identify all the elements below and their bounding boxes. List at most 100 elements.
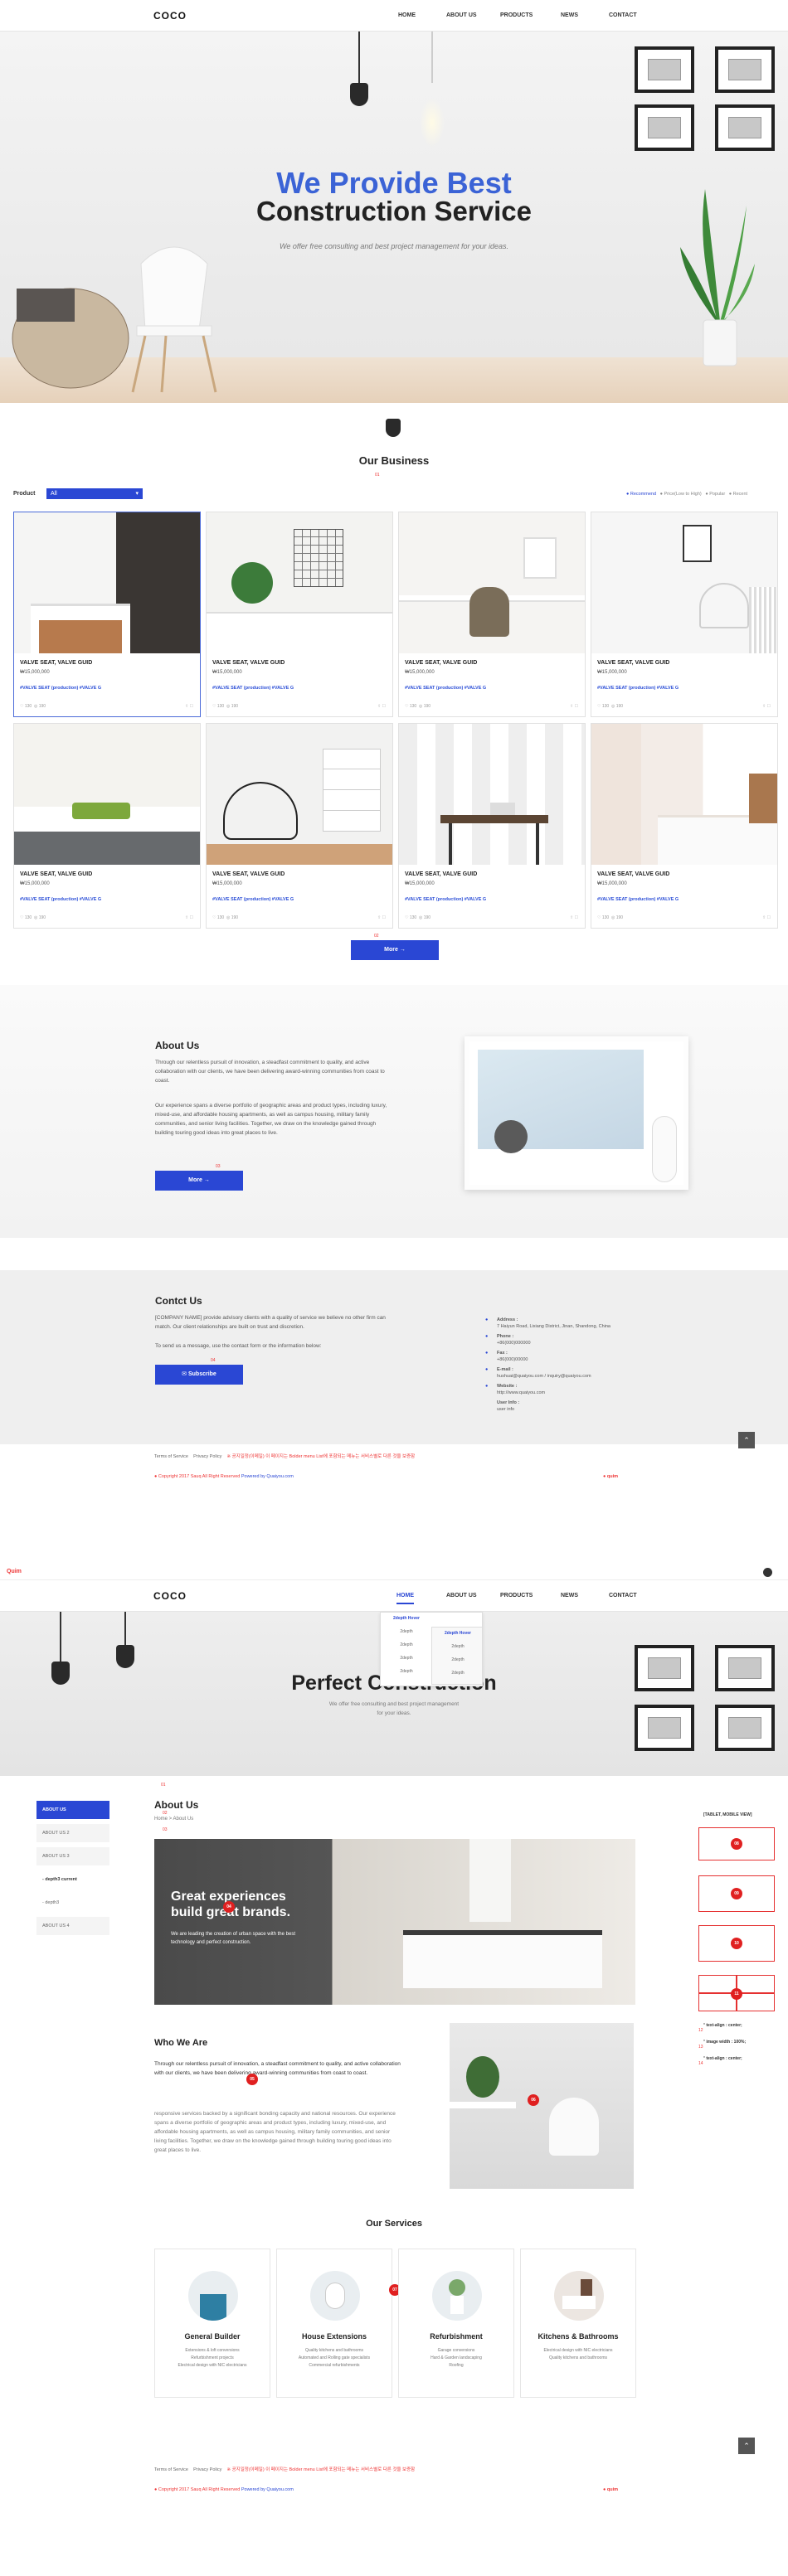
dropdown-item[interactable]: 2depth <box>381 1656 432 1661</box>
filter-select[interactable]: All ▾ <box>46 488 143 499</box>
product-card[interactable]: VALVE SEAT, VALVE GUID ₩15,000,000 #VALV… <box>398 723 586 929</box>
contact-info: ● Address :7 Haiyun Road, Lixiang Distric… <box>485 1317 651 1416</box>
service-card[interactable]: Kitchens & Bathrooms Electrical design w… <box>520 2249 636 2398</box>
product-title: VALVE SEAT, VALVE GUID <box>597 871 670 877</box>
sidebar-item-about-us-4[interactable]: ABOUT US 4 <box>36 1917 109 1935</box>
annotation-box: 09 <box>698 1875 775 1912</box>
dropdown-item[interactable]: 2depth <box>381 1642 432 1647</box>
banner-title: Great experiences build great brands. <box>171 1890 291 1919</box>
share-icon[interactable]: ⇪ ☐ <box>185 915 193 920</box>
dropdown-item[interactable]: 2depth <box>381 1669 432 1674</box>
share-icon[interactable]: ⇪ ☐ <box>377 915 386 920</box>
service-features: Extensions & loft conversions Refurbishme… <box>178 2348 247 2368</box>
dropdown-item[interactable]: 2depth <box>432 1657 484 1662</box>
product-card[interactable]: VALVE SEAT, VALVE GUID ₩15,000,000 #VALV… <box>13 512 201 717</box>
privacy-link[interactable]: Privacy Policy <box>193 2467 221 2472</box>
product-tags[interactable]: #VALVE SEAT (production) #VALVE G <box>212 897 294 902</box>
dropdown-item[interactable]: 2depth Hover <box>432 1631 484 1636</box>
nav-products[interactable]: PRODUCTS <box>500 1593 533 1598</box>
nav-about-us[interactable]: ABOUT US <box>446 1593 477 1598</box>
phone-row: ● Phone : +86(000)000000 <box>485 1334 531 1346</box>
annotation-code: * text-align : center; <box>703 2056 742 2061</box>
who-paragraph-1: Through our relentless pursuit of innova… <box>154 2061 401 2076</box>
fax-icon: ● <box>485 1351 489 1356</box>
product-tags[interactable]: #VALVE SEAT (production) #VALVE G <box>405 897 486 902</box>
footer-brand: ● quim <box>603 2487 618 2492</box>
sort-recommend[interactable]: ● Recommend <box>626 492 656 497</box>
sidebar-item-about-us-2[interactable]: ABOUT US 2 <box>36 1824 109 1842</box>
about-banner: Great experiences build great brands. We… <box>154 1839 635 2005</box>
service-name: General Builder <box>184 2332 241 2341</box>
product-card[interactable]: VALVE SEAT, VALVE GUID ₩15,000,000 #VALV… <box>398 512 586 717</box>
about-more-button[interactable]: More → <box>155 1171 243 1191</box>
service-card[interactable]: House Extensions Quality kitchens and ba… <box>276 2249 392 2398</box>
powered-link[interactable]: Powered by Quaiyou.com <box>241 2487 294 2492</box>
dropdown-item[interactable]: 2depth <box>432 1644 484 1649</box>
share-icon[interactable]: ⇪ ☐ <box>185 704 193 709</box>
nav-home[interactable]: HOME <box>398 12 416 18</box>
user-avatar[interactable] <box>763 1568 772 1577</box>
product-card[interactable]: VALVE SEAT, VALVE GUID ₩15,000,000 #VALV… <box>206 512 393 717</box>
about-paragraph-2: Our experience spans a diverse portfolio… <box>155 1103 387 1136</box>
share-icon[interactable]: ⇪ ☐ <box>570 704 578 709</box>
location-icon: ● <box>485 1317 489 1322</box>
about-section: About Us Through our relentless pursuit … <box>0 985 788 1238</box>
product-tags[interactable]: #VALVE SEAT (production) #VALVE G <box>212 686 294 691</box>
sort-popular[interactable]: ● Popular <box>705 492 725 497</box>
sidebar-subitem[interactable]: - depth3 <box>36 1894 109 1912</box>
product-tags[interactable]: #VALVE SEAT (production) #VALVE G <box>597 686 679 691</box>
logo[interactable]: COCO <box>153 10 187 22</box>
powered-link[interactable]: Powered by Quaiyou.com <box>241 1474 294 1479</box>
product-card[interactable]: VALVE SEAT, VALVE GUID ₩15,000,000 #VALV… <box>591 723 778 929</box>
product-tags[interactable]: #VALVE SEAT (production) #VALVE G <box>20 897 101 902</box>
sidebar-item-about-us[interactable]: ABOUT US <box>36 1801 109 1819</box>
nav-products[interactable]: PRODUCTS <box>500 12 533 18</box>
lamp-cord <box>124 1612 126 1645</box>
terms-link[interactable]: Terms of Service <box>154 1454 188 1459</box>
logo[interactable]: COCO <box>153 1590 187 1602</box>
nav-news[interactable]: NEWS <box>561 1593 578 1598</box>
sort-price[interactable]: ● Price(Low to High) <box>660 492 702 497</box>
share-icon[interactable]: ⇪ ☐ <box>762 915 771 920</box>
service-card[interactable]: Refurbishment Garage conversions Hard & G… <box>398 2249 514 2398</box>
share-icon[interactable]: ⇪ ☐ <box>377 704 386 709</box>
nav-contact[interactable]: CONTACT <box>609 1593 637 1598</box>
lamp-cord <box>358 32 360 83</box>
product-image <box>14 512 200 653</box>
subscribe-button[interactable]: ✉ Subscribe <box>155 1365 243 1385</box>
product-title: VALVE SEAT, VALVE GUID <box>20 871 93 877</box>
sidebar-subitem-current[interactable]: - depth3 current <box>36 1870 109 1889</box>
nav-home[interactable]: HOME <box>396 1593 414 1604</box>
nav-contact[interactable]: CONTACT <box>609 12 637 18</box>
email-icon: ● <box>485 1367 489 1372</box>
page2-hero-subtitle: We offer free consulting and best projec… <box>328 1701 460 1716</box>
product-tags[interactable]: #VALVE SEAT (production) #VALVE G <box>20 686 101 691</box>
product-tags[interactable]: #VALVE SEAT (production) #VALVE G <box>405 686 486 691</box>
product-price: ₩15,000,000 <box>212 881 242 886</box>
footer-brand: ● quim <box>603 1474 618 1479</box>
product-tags[interactable]: #VALVE SEAT (production) #VALVE G <box>597 897 679 902</box>
product-card[interactable]: VALVE SEAT, VALVE GUID ₩15,000,000 #VALV… <box>591 512 778 717</box>
scroll-top-button[interactable]: ⌃ <box>738 1432 755 1448</box>
share-icon[interactable]: ⇪ ☐ <box>762 704 771 709</box>
more-products-button[interactable]: More → <box>351 940 439 960</box>
privacy-link[interactable]: Privacy Policy <box>193 1454 221 1459</box>
dropdown-item[interactable]: 2depth Hover <box>381 1616 432 1621</box>
marker: 14 <box>698 2061 703 2066</box>
dropdown-item[interactable]: 2depth <box>432 1671 484 1676</box>
product-card[interactable]: VALVE SEAT, VALVE GUID ₩15,000,000 #VALV… <box>206 723 393 929</box>
service-image <box>432 2271 482 2321</box>
nav-about-us[interactable]: ABOUT US <box>446 12 477 18</box>
scroll-top-button[interactable]: ⌃ <box>738 2438 755 2454</box>
terms-link[interactable]: Terms of Service <box>154 2467 188 2472</box>
dropdown-item[interactable]: 2depth <box>381 1629 432 1634</box>
about-title: About Us <box>155 1040 200 1051</box>
breadcrumb[interactable]: Home > About Us <box>154 1817 193 1822</box>
product-card[interactable]: VALVE SEAT, VALVE GUID ₩15,000,000 #VALV… <box>13 723 201 929</box>
hero-subtitle: We offer free consulting and best projec… <box>280 242 508 250</box>
service-card[interactable]: General Builder Extensions & loft conver… <box>154 2249 270 2398</box>
sort-recent[interactable]: ● Recent <box>729 492 747 497</box>
share-icon[interactable]: ⇪ ☐ <box>570 915 578 920</box>
sidebar-item-about-us-3[interactable]: ABOUT US 3 <box>36 1847 109 1865</box>
nav-news[interactable]: NEWS <box>561 12 578 18</box>
